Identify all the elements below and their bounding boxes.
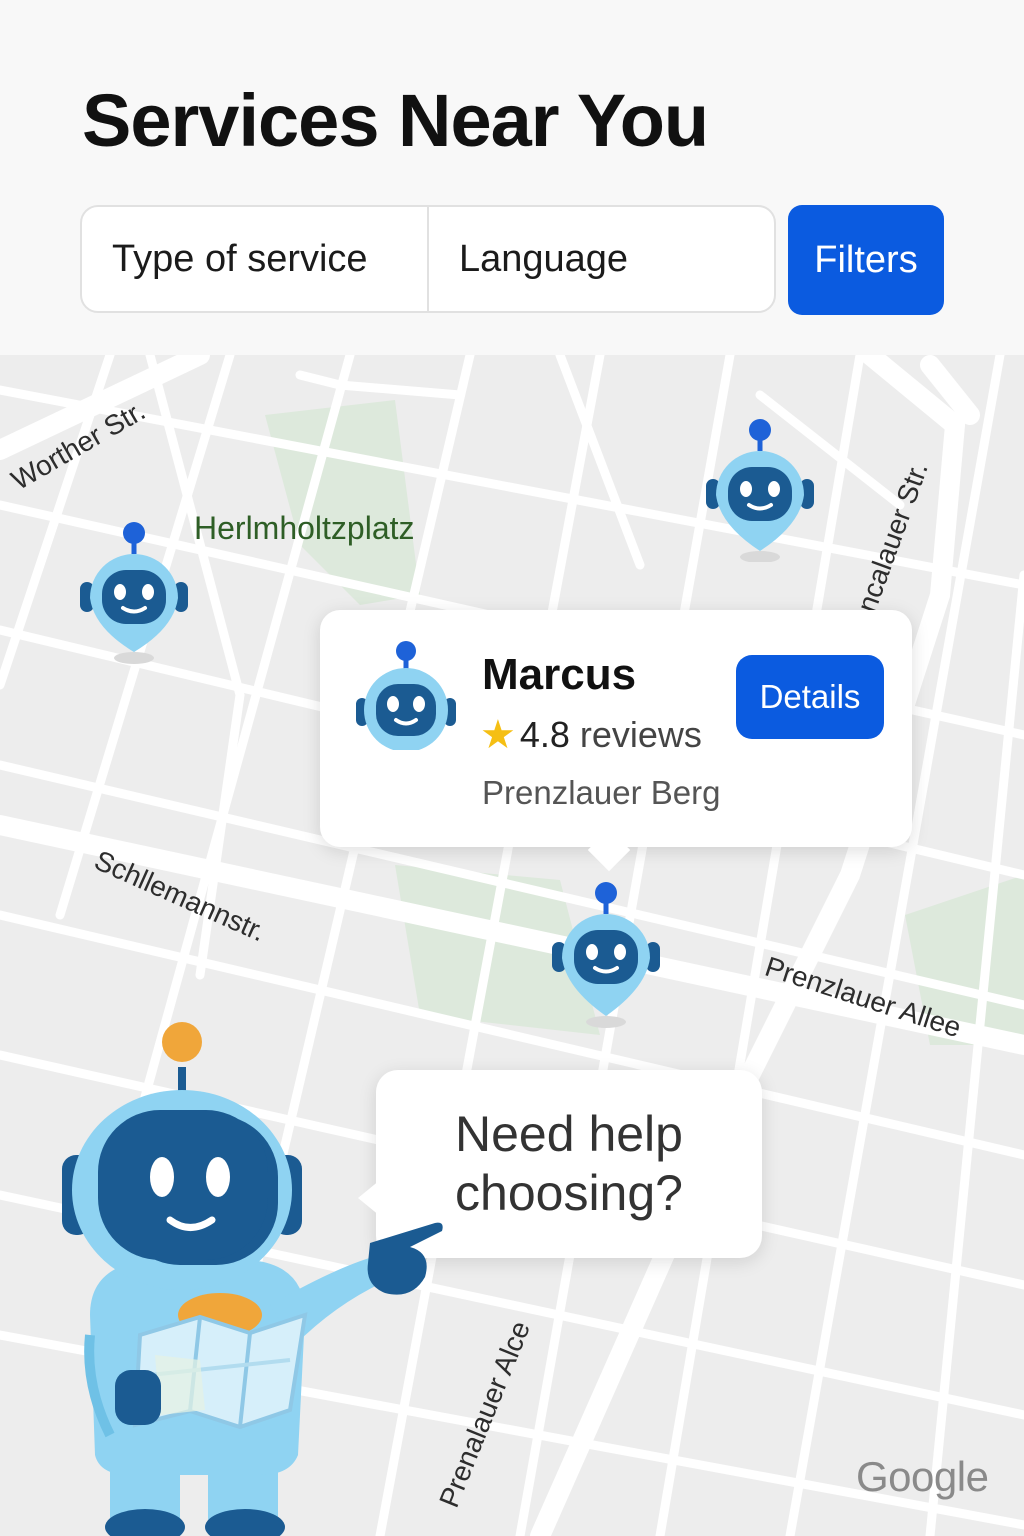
park-label: Herlmholtzplatz [194, 510, 415, 546]
robot-pin-icon[interactable] [76, 520, 196, 665]
filter-bar: Type of service Language [80, 205, 776, 313]
service-type-dropdown[interactable]: Type of service [82, 207, 427, 311]
page-title: Services Near You [82, 79, 709, 162]
help-prompt: Need help choosing? [455, 1106, 683, 1221]
robot-mascot-icon[interactable] [40, 1015, 460, 1536]
provider-card[interactable]: Marcus ★ 4.8 reviews Prenzlauer Berg Det… [320, 610, 912, 872]
provider-avatar-icon [356, 641, 456, 750]
star-icon: ★ [480, 713, 516, 757]
provider-neighborhood: Prenzlauer Berg [482, 774, 721, 811]
reviews-link[interactable]: reviews [580, 714, 702, 756]
google-logo: Google [856, 1453, 989, 1500]
map-view[interactable]: Worther Str. ncalauer Str. Schllemannstr… [0, 355, 1024, 1536]
robot-pin-icon[interactable] [546, 880, 666, 1030]
language-dropdown[interactable]: Language [427, 207, 774, 311]
rating-value: 4.8 [519, 714, 570, 755]
provider-name: Marcus [482, 650, 637, 699]
page-header: Services Near You Type of service Langua… [0, 0, 1024, 355]
details-button[interactable]: Details [736, 655, 884, 739]
provider-rating: ★ 4.8 reviews [480, 712, 702, 758]
robot-pin-icon[interactable] [700, 417, 820, 562]
filters-button[interactable]: Filters [788, 205, 944, 315]
